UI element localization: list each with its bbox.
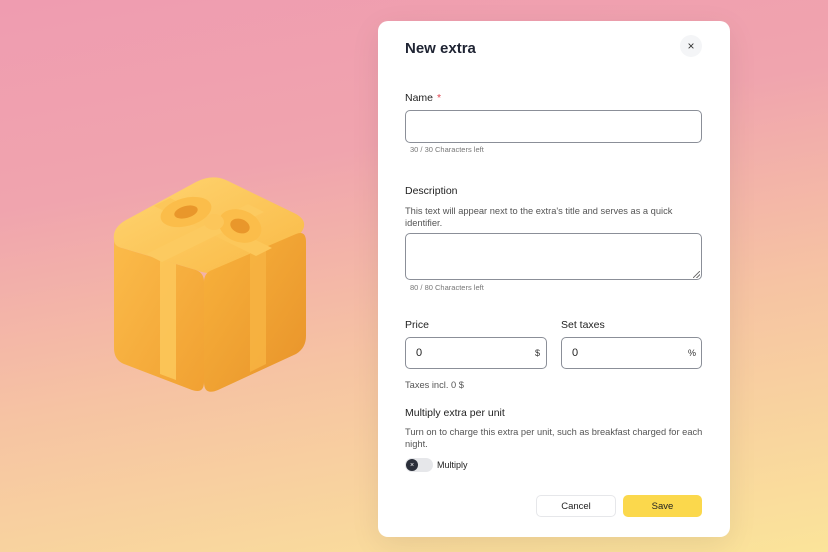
percent-suffix: % <box>688 348 697 358</box>
new-extra-dialog: New extra × Name * 30 / 30 Characters lef… <box>378 21 730 537</box>
price-label: Price <box>405 319 429 331</box>
name-char-counter: 30 / 30 Characters left <box>410 145 484 154</box>
resize-handle[interactable] <box>693 271 700 278</box>
name-label: Name * <box>405 92 441 104</box>
description-helper-text: This text will appear next to the extra'… <box>405 206 673 228</box>
taxes-summary: Taxes incl. 0 $ <box>405 380 464 390</box>
multiply-helper-text: Turn on to charge this extra per unit, s… <box>405 427 703 449</box>
dialog-title: New extra <box>405 40 476 57</box>
close-icon[interactable]: × <box>680 35 702 57</box>
required-indicator: * <box>437 92 442 104</box>
currency-suffix: $ <box>535 348 541 358</box>
multiply-toggle-label: Multiply <box>437 460 468 470</box>
taxes-label: Set taxes <box>561 319 605 331</box>
description-char-counter: 80 / 80 Characters left <box>410 283 484 292</box>
save-button[interactable]: Save <box>623 495 702 517</box>
cancel-button[interactable]: Cancel <box>536 495 616 517</box>
name-label-text: Name <box>405 92 434 104</box>
multiply-title: Multiply extra per unit <box>405 407 505 419</box>
description-label: Description <box>405 185 458 197</box>
taxes-input[interactable] <box>561 337 702 369</box>
name-input[interactable] <box>405 110 702 143</box>
toggle-off-icon: × <box>406 459 418 471</box>
multiply-toggle[interactable]: × <box>405 458 433 472</box>
price-input[interactable] <box>405 337 547 369</box>
gift-box-icon <box>113 177 306 392</box>
description-textarea[interactable] <box>405 233 702 280</box>
